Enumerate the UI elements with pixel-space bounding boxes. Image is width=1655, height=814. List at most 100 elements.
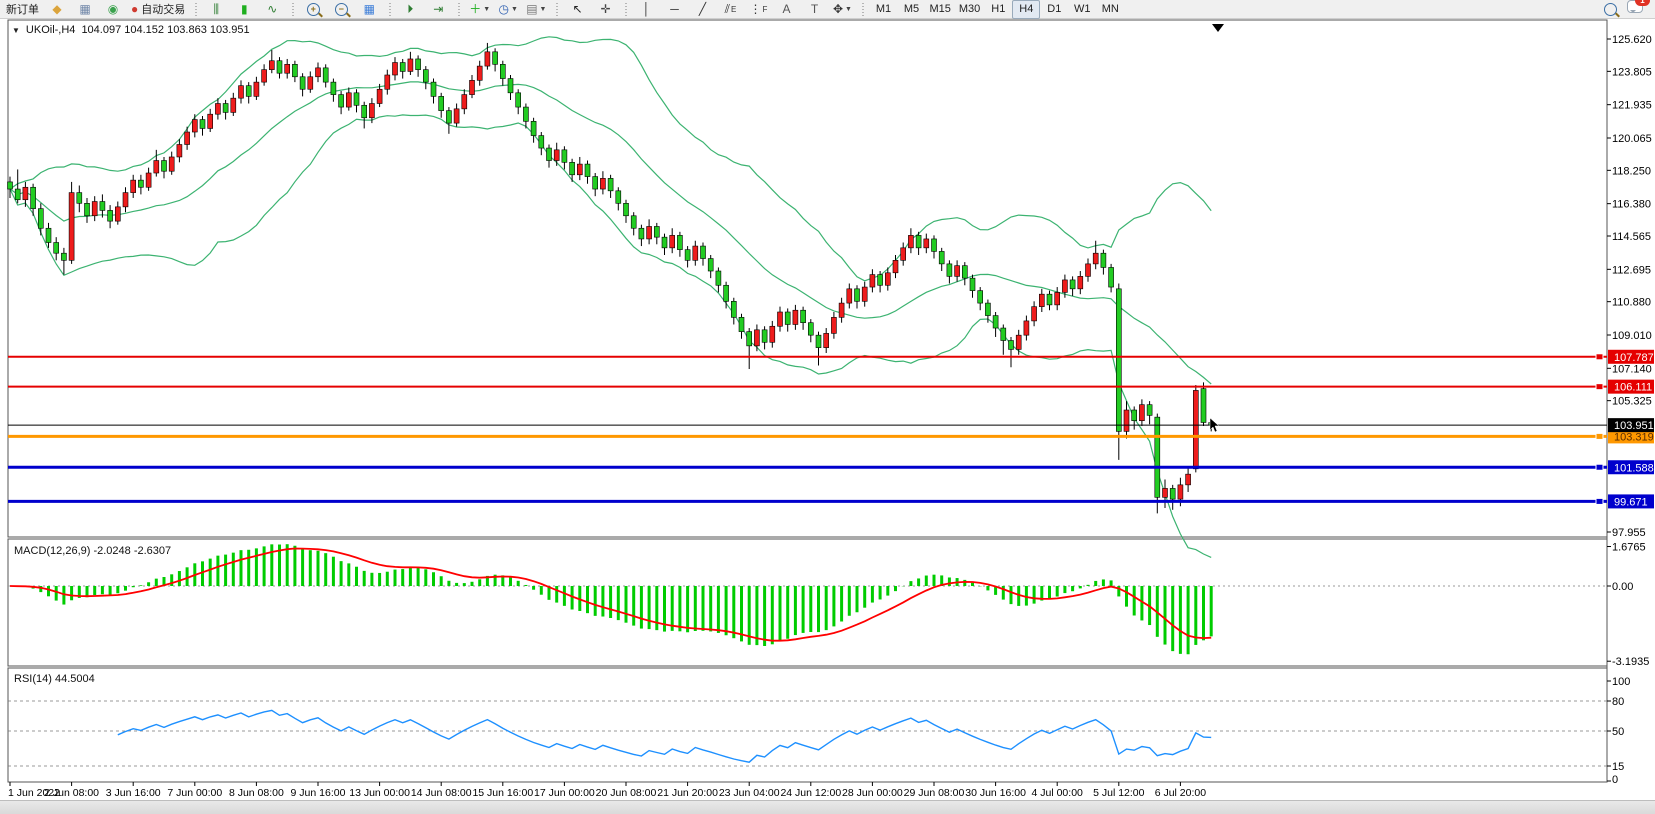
candle-down (654, 226, 659, 237)
signals-icon[interactable]: ◉ (99, 0, 127, 19)
toolbar-grip[interactable] (456, 3, 461, 16)
trendline-icon[interactable]: ╱ (688, 0, 716, 19)
candle-up (208, 114, 213, 128)
candle-down (855, 289, 860, 301)
autotrading-button[interactable]: ●自动交易 (127, 0, 189, 19)
candle-down (46, 228, 51, 242)
auto-scroll-icon[interactable]: ⏵ (396, 0, 424, 19)
timeframe-h4[interactable]: H4 (1012, 0, 1040, 19)
candle-down (816, 335, 821, 347)
new-order-button[interactable]: 新订单 (2, 0, 43, 19)
support-line-1-handle[interactable] (1596, 464, 1603, 470)
candle-up (924, 239, 929, 248)
toolbar-grip[interactable] (623, 3, 628, 16)
timeframe-d1[interactable]: D1 (1040, 0, 1068, 19)
templates-button-glyph: ▤ (526, 3, 537, 15)
timeframe-h1[interactable]: H1 (984, 0, 1012, 19)
candle-down (562, 150, 567, 162)
search-icon[interactable] (1604, 3, 1617, 16)
timeframe-m5[interactable]: M5 (897, 0, 925, 19)
market-watch-icon[interactable]: ▦ (71, 0, 99, 19)
candle-up (123, 193, 128, 207)
candle-up (1086, 264, 1091, 276)
support-line-2-badge-label: 99.671 (1614, 496, 1648, 508)
candle-up (831, 317, 836, 333)
timeframe-m15[interactable]: M15 (925, 0, 954, 19)
candle-down (1009, 341, 1014, 350)
candle-down (970, 278, 975, 290)
channel-icon[interactable]: ⫽E (716, 0, 744, 19)
candle-up (885, 273, 890, 285)
candle-up (262, 70, 267, 82)
cursor-icon[interactable]: ↖ (563, 0, 591, 19)
resistance-line-1-handle[interactable] (1596, 354, 1603, 360)
toolbar-grip[interactable] (554, 3, 559, 16)
candle-down (54, 243, 59, 254)
candle-down (323, 68, 328, 82)
time-axis[interactable]: 1 Jun 20222 Jun 08:003 Jun 16:007 Jun 00… (8, 782, 1206, 799)
candle-up (693, 246, 698, 260)
toolbar-grip[interactable] (860, 3, 865, 16)
text-icon[interactable]: A (772, 0, 800, 19)
candle-down (508, 79, 513, 93)
templates-button[interactable]: ▤▼ (522, 0, 550, 19)
arrows-icon[interactable]: ✥▼ (828, 0, 856, 19)
timeframe-m30[interactable]: M30 (955, 0, 984, 19)
candlestick-chart-icon[interactable]: ▮ (230, 0, 258, 19)
candle-down (200, 120, 205, 129)
one-click-trading-toggle[interactable]: ▼ (12, 26, 20, 35)
notifications-icon[interactable]: 1 (1627, 0, 1643, 18)
candle-up (901, 248, 906, 260)
timeframe-mn[interactable]: MN (1096, 0, 1124, 19)
symbol-period-label: UKOil-,H4 (26, 24, 76, 36)
resistance-line-2-handle[interactable] (1596, 384, 1603, 390)
support-line-2-handle[interactable] (1596, 498, 1603, 504)
horizontal-line-icon[interactable]: ─ (660, 0, 688, 19)
zoom-out-icon[interactable]: − (327, 0, 355, 19)
candle-down (138, 180, 143, 187)
time-tick-label: 14 Jun 08:00 (411, 787, 472, 799)
toolbar-grip[interactable] (387, 3, 392, 16)
metaquotes-icon[interactable]: ◆ (43, 0, 71, 19)
crosshair-icon-glyph: ✛ (600, 3, 610, 15)
timeframe-w1[interactable]: W1 (1068, 0, 1096, 19)
new-order-button-label: 新订单 (6, 1, 39, 17)
candle-down (616, 191, 621, 203)
crosshair-icon[interactable]: ✛ (591, 0, 619, 19)
toolbar-group: 新订单◆▦◉●自动交易 (2, 0, 189, 19)
toolbar-group: ⏵⇥ (396, 0, 452, 19)
toolbar-grip[interactable] (193, 3, 198, 16)
candle-up (1032, 307, 1037, 321)
candle-down (416, 59, 421, 70)
indicators-button[interactable]: ＋▼ (465, 0, 494, 19)
time-tick-label: 29 Jun 08:00 (904, 787, 965, 799)
tile-windows-icon[interactable]: ▦ (355, 0, 383, 19)
toolbar-grip[interactable] (290, 3, 295, 16)
bar-chart-icon[interactable]: ⫼ (202, 0, 230, 19)
candle-down (362, 105, 367, 117)
dropdown-arrow-icon: ▼ (845, 6, 852, 13)
candle-up (215, 104, 220, 115)
candle-down (608, 178, 613, 190)
candle-down (547, 148, 552, 160)
zoom-in-icon[interactable]: + (299, 0, 327, 19)
chart-title: ▼ UKOil-,H4 104.097 104.152 103.863 103.… (12, 24, 250, 36)
timeframe-h4-label: H4 (1019, 3, 1033, 15)
periods-button[interactable]: ◷▼ (494, 0, 522, 19)
dropdown-arrow-icon: ▼ (511, 6, 518, 13)
pivot-line-orange-handle[interactable] (1596, 433, 1603, 439)
candlestick-chart-icon-glyph: ▮ (241, 3, 248, 15)
candle-up (346, 93, 351, 107)
toolbar-group: +−▦ (299, 0, 383, 19)
text-icon-glyph: A (782, 3, 790, 15)
candle-up (115, 207, 120, 221)
line-chart-icon[interactable]: ∿ (258, 0, 286, 19)
cursor-icon-glyph: ↖ (572, 3, 582, 15)
text-label-icon[interactable]: T (800, 0, 828, 19)
chart-shift-icon[interactable]: ⇥ (424, 0, 452, 19)
candle-down (978, 291, 983, 303)
vertical-line-icon[interactable]: │ (632, 0, 660, 19)
timeframe-m1[interactable]: M1 (869, 0, 897, 19)
fibonacci-icon[interactable]: ⋮F (744, 0, 772, 19)
candle-up (1139, 405, 1144, 421)
